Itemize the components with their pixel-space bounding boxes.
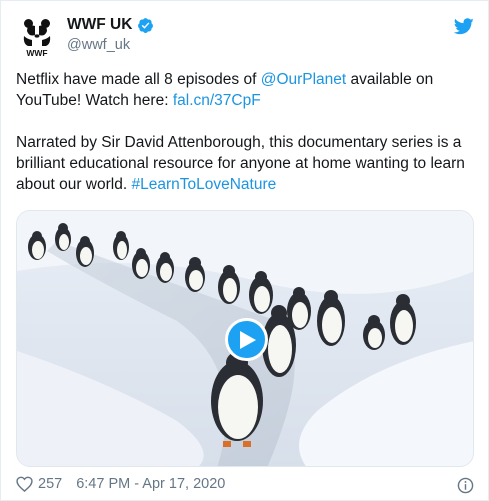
tweet-text-segment: Netflix have made all 8 episodes of xyxy=(16,71,261,88)
user-handle[interactable]: @wwf_uk xyxy=(67,37,130,53)
avatar-logo-text: WWF xyxy=(26,48,47,58)
author-name-row: WWF UK xyxy=(67,16,154,34)
info-icon[interactable] xyxy=(457,477,474,494)
like-count[interactable]: 257 xyxy=(38,476,62,492)
tweet-paragraph-1: Netflix have made all 8 episodes of @Our… xyxy=(16,69,478,111)
timestamp[interactable]: 6:47 PM - Apr 17, 2020 xyxy=(76,476,225,492)
tweet-text: Netflix have made all 8 episodes of @Our… xyxy=(16,69,478,195)
tweet-card: WWF WWF UK @wwf_uk Netflix have made all… xyxy=(0,0,489,501)
hashtag-link[interactable]: #LearnToLoveNature xyxy=(131,176,276,193)
video-media[interactable] xyxy=(16,210,474,467)
play-button[interactable] xyxy=(225,318,268,361)
twitter-bird-icon[interactable] xyxy=(454,18,474,35)
heart-icon[interactable] xyxy=(16,476,33,492)
verified-badge-icon xyxy=(138,17,154,33)
url-link[interactable]: fal.cn/37CpF xyxy=(173,92,261,109)
avatar[interactable]: WWF xyxy=(15,15,59,59)
mention-link[interactable]: @OurPlanet xyxy=(261,71,347,88)
wwf-panda-logo: WWF xyxy=(23,19,51,58)
play-icon xyxy=(240,330,256,349)
tweet-paragraph-2: Narrated by Sir David Attenborough, this… xyxy=(16,132,478,195)
tweet-footer: 257 6:47 PM - Apr 17, 2020 xyxy=(16,476,225,492)
display-name[interactable]: WWF UK xyxy=(67,16,132,34)
